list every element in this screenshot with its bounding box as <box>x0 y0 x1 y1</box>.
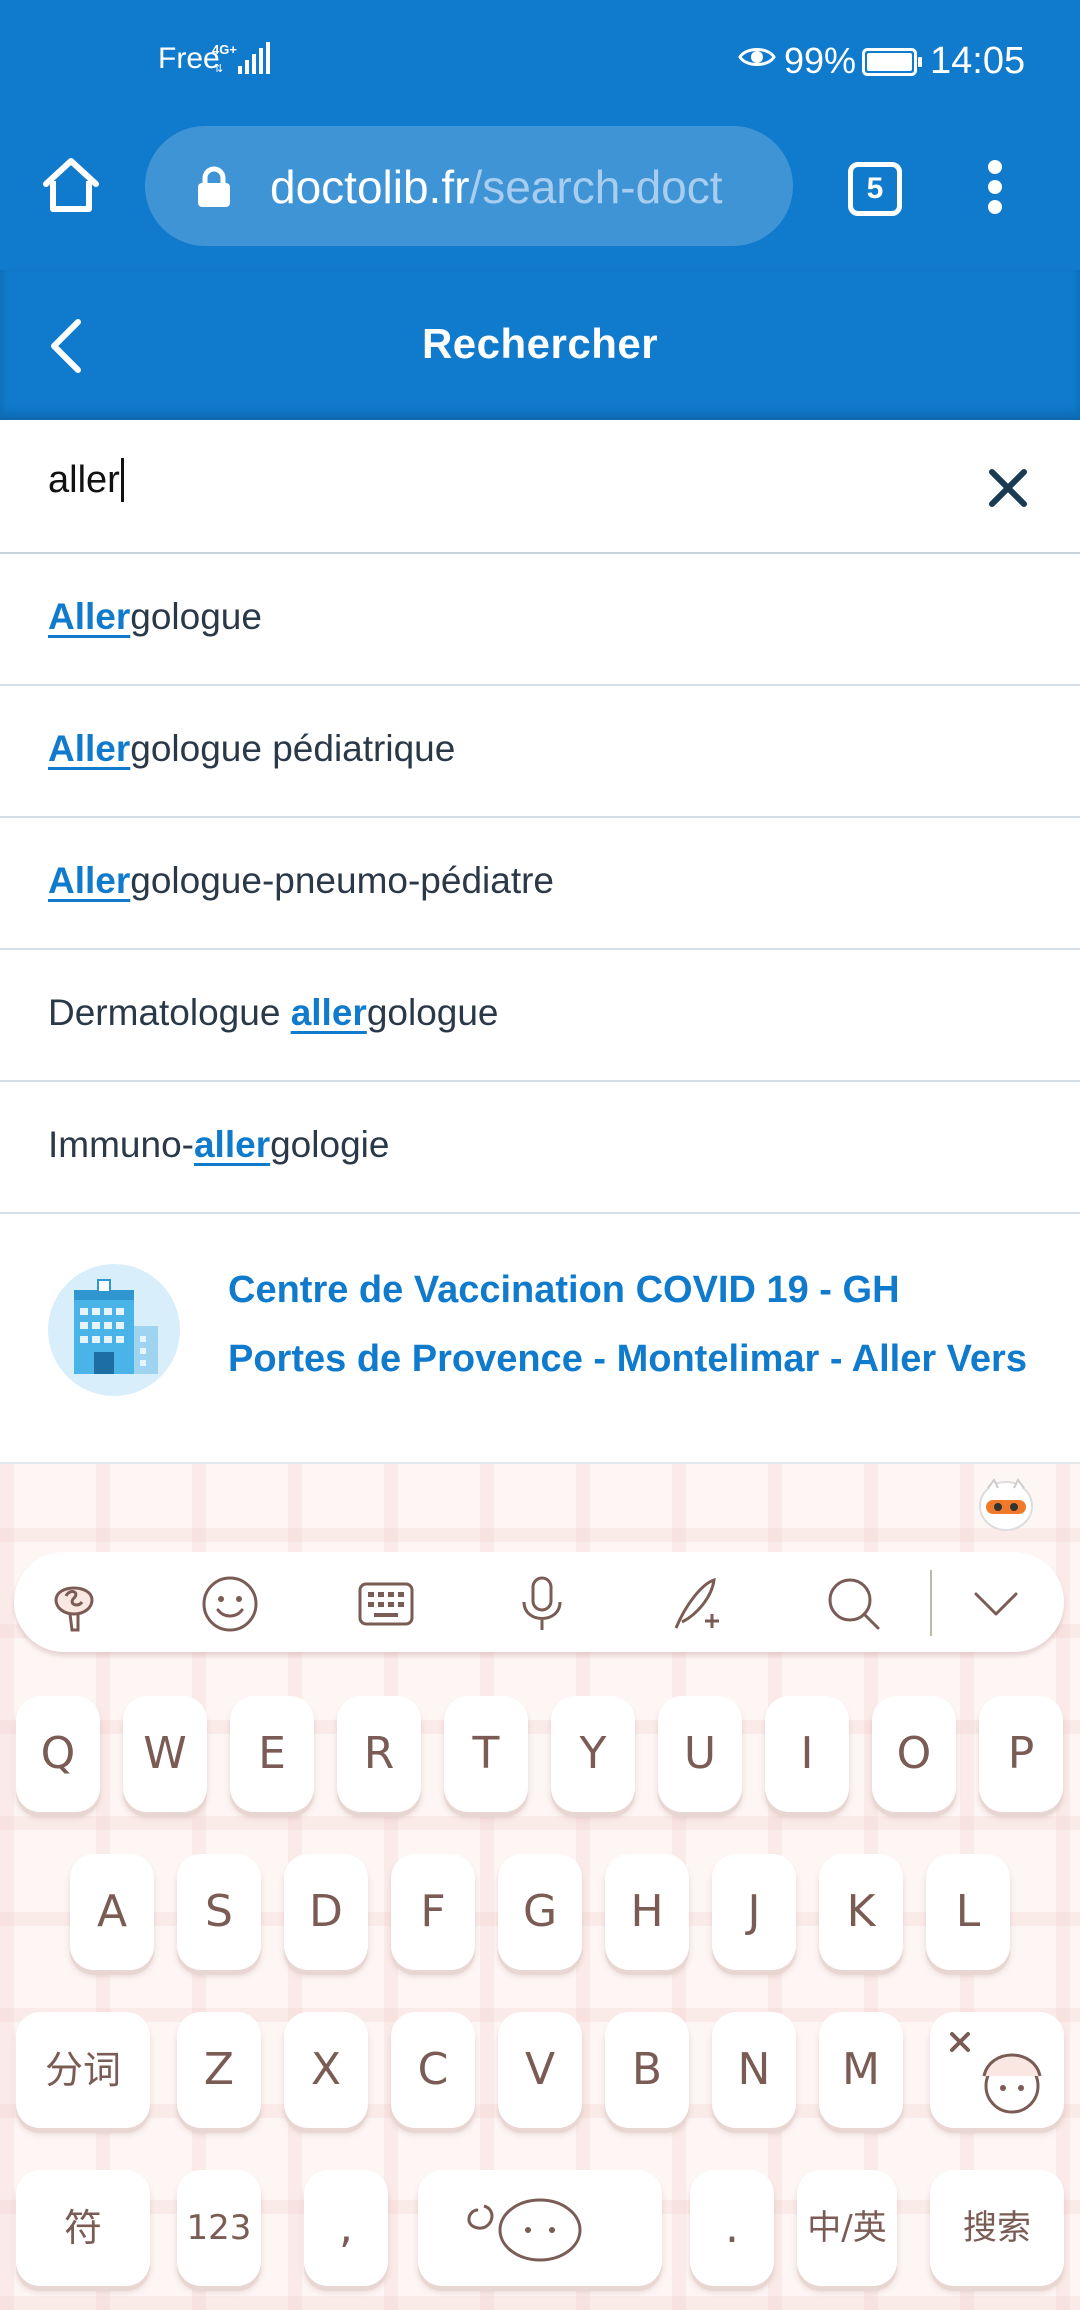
url-path: /search-doct <box>469 161 723 213</box>
carrier-label: Free <box>158 42 220 75</box>
key-y[interactable]: Y <box>551 1696 635 1812</box>
browser-toolbar: doctolib.fr/search-doct 5 <box>0 124 1080 270</box>
keyboard-icon[interactable] <box>356 1574 416 1634</box>
soft-keyboard: Q W E R T Y U I O P A S D F G H J K L 分词… <box>0 1464 1080 2310</box>
key-segment[interactable]: 分词 <box>16 2012 150 2128</box>
key-b[interactable]: B <box>605 2012 689 2128</box>
key-o[interactable]: O <box>872 1696 956 1812</box>
suggestion-label: Allergologue-pneumo-pédiatre <box>48 860 555 901</box>
key-space[interactable] <box>418 2170 662 2286</box>
key-backspace[interactable] <box>930 2012 1064 2128</box>
space-icon <box>467 2198 582 2262</box>
key-language-switch[interactable]: 中/英 <box>797 2170 897 2286</box>
key-e[interactable]: E <box>230 1696 314 1812</box>
tab-count: 5 <box>866 172 884 205</box>
battery-icon <box>862 48 922 76</box>
collapse-icon[interactable] <box>966 1574 1026 1634</box>
emoji-icon[interactable] <box>200 1574 260 1634</box>
key-n[interactable]: N <box>712 2012 796 2128</box>
key-q[interactable]: Q <box>16 1696 100 1812</box>
suggestion-item[interactable]: Allergologue-pneumo-pédiatre <box>0 818 1080 950</box>
search-value: aller <box>48 458 120 501</box>
eye-icon <box>738 48 776 66</box>
status-bar: Free 4G+ ⇅ 99% 14:05 <box>0 0 1080 124</box>
url-domain: doctolib.fr <box>270 161 470 213</box>
backspace-icon <box>950 2032 1042 2114</box>
key-period[interactable]: . <box>690 2170 774 2286</box>
center-name: Centre de Vaccination COVID 19 - GH Port… <box>228 1269 1027 1380</box>
key-comma[interactable]: , <box>304 2170 388 2286</box>
key-g[interactable]: G <box>498 1854 582 1970</box>
url-text: doctolib.fr/search-doct <box>270 160 723 214</box>
search-bar: aller <box>0 420 1080 554</box>
key-symbols[interactable]: 符 <box>16 2170 150 2286</box>
microphone-icon[interactable] <box>512 1574 572 1634</box>
key-numbers[interactable]: 123 <box>177 2170 261 2286</box>
toolbar-divider <box>930 1570 932 1636</box>
suggestion-label: Allergologue pédiatrique <box>48 728 456 769</box>
svg-text:⇅: ⇅ <box>214 63 223 75</box>
signal-icon: 4G+ ⇅ <box>212 42 270 75</box>
key-z[interactable]: Z <box>177 2012 261 2128</box>
key-f[interactable]: F <box>391 1854 475 1970</box>
close-icon[interactable] <box>984 464 1032 512</box>
more-vert-icon[interactable] <box>980 160 1010 220</box>
home-icon[interactable] <box>40 154 102 216</box>
hospital-building-icon <box>48 1264 180 1396</box>
center-result-item[interactable]: Centre de Vaccination COVID 19 - GH Port… <box>0 1214 1080 1464</box>
key-w[interactable]: W <box>123 1696 207 1812</box>
key-a[interactable]: A <box>70 1854 154 1970</box>
svg-text:4G+: 4G+ <box>212 42 237 57</box>
url-bar[interactable]: doctolib.fr/search-doct <box>145 126 793 246</box>
key-u[interactable]: U <box>658 1696 742 1812</box>
key-i[interactable]: I <box>765 1696 849 1812</box>
tabs-button[interactable]: 5 <box>848 162 902 216</box>
key-search[interactable]: 搜索 <box>930 2170 1064 2286</box>
clock: 14:05 <box>930 40 1026 82</box>
key-d[interactable]: D <box>284 1854 368 1970</box>
key-h[interactable]: H <box>605 1854 689 1970</box>
page-title: Rechercher <box>421 320 659 367</box>
suggestion-label: Allergologue <box>48 596 262 637</box>
text-caret <box>120 458 124 502</box>
suggestion-item[interactable]: Allergologue <box>0 554 1080 686</box>
key-s[interactable]: S <box>177 1854 261 1970</box>
key-j[interactable]: J <box>712 1854 796 1970</box>
keyboard-toolbar <box>14 1552 1064 1652</box>
key-p[interactable]: P <box>979 1696 1063 1812</box>
key-r[interactable]: R <box>337 1696 421 1812</box>
suggestion-item[interactable]: Immuno-allergologie <box>0 1082 1080 1214</box>
mascot-icon[interactable] <box>976 1476 1036 1532</box>
key-v[interactable]: V <box>498 2012 582 2128</box>
skin-icon[interactable] <box>44 1574 104 1634</box>
key-x[interactable]: X <box>284 2012 368 2128</box>
key-t[interactable]: T <box>444 1696 528 1812</box>
search-icon[interactable] <box>824 1574 884 1634</box>
key-k[interactable]: K <box>819 1854 903 1970</box>
handwriting-icon[interactable] <box>668 1574 728 1634</box>
key-m[interactable]: M <box>819 2012 903 2128</box>
key-l[interactable]: L <box>926 1854 1010 1970</box>
lock-icon <box>198 166 230 207</box>
suggestion-label: Dermatologue allergologue <box>48 992 499 1033</box>
suggestion-item[interactable]: Dermatologue allergologue <box>0 950 1080 1082</box>
search-input[interactable]: aller <box>48 458 124 502</box>
suggestion-label: Immuno-allergologie <box>48 1124 390 1165</box>
battery-percent: 99% <box>784 40 857 81</box>
app-header: Rechercher <box>0 270 1080 420</box>
key-c[interactable]: C <box>391 2012 475 2128</box>
suggestion-item[interactable]: Allergologue pédiatrique <box>0 686 1080 818</box>
